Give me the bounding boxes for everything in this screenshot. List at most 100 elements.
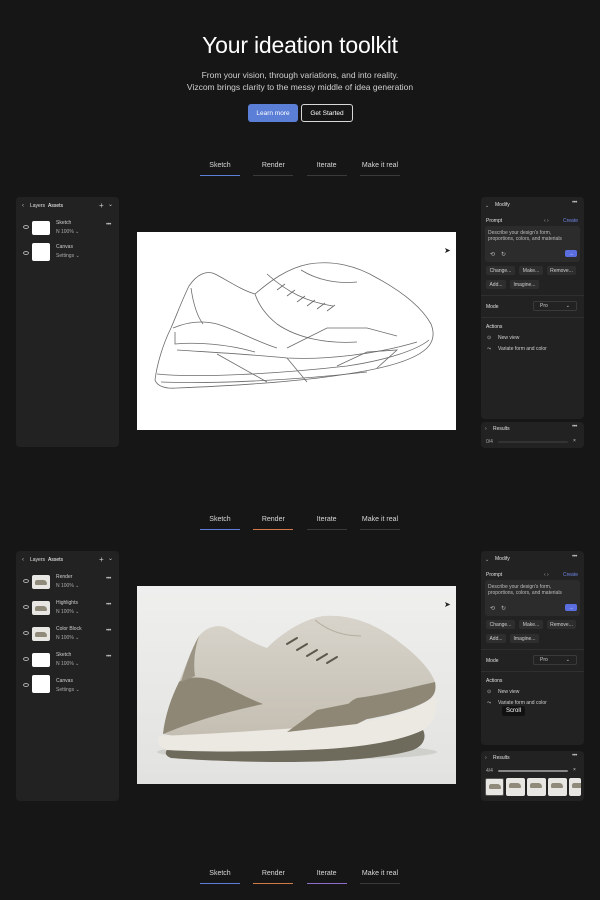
tab-render[interactable]: Render: [253, 868, 294, 884]
layer-meta[interactable]: Settings ⌄: [56, 687, 80, 693]
tab-label: Render: [261, 870, 285, 877]
result-thumbnail[interactable]: [569, 778, 581, 796]
prompt-history-nav[interactable]: ‹ ›: [544, 572, 549, 578]
result-thumbnail[interactable]: [485, 778, 504, 796]
more-icon[interactable]: •••: [106, 602, 111, 608]
tab-render[interactable]: Render: [253, 514, 294, 530]
send-button[interactable]: →: [565, 250, 577, 257]
chevron-down-icon[interactable]: ⌄: [485, 557, 489, 563]
layer-meta[interactable]: N 100% ⌄: [56, 609, 79, 615]
collapse-icon[interactable]: ‹: [22, 203, 24, 209]
layer-meta[interactable]: N 100% ⌄: [56, 583, 79, 589]
chevron-down-icon[interactable]: ⌄: [108, 201, 113, 208]
create-link[interactable]: Create: [563, 218, 578, 224]
sketch-canvas[interactable]: ➤: [137, 232, 456, 430]
feature-tabs: Sketch Render Iterate Make it real: [200, 868, 400, 884]
chip-remove[interactable]: Remove...: [547, 266, 576, 275]
chip-change[interactable]: Change...: [486, 266, 515, 275]
render-canvas[interactable]: ➤: [137, 586, 456, 784]
layer-row[interactable]: Highlights N 100% ⌄ •••: [16, 599, 119, 619]
mode-select[interactable]: Pro ⌄: [533, 655, 577, 665]
chip-add[interactable]: Add...: [486, 280, 506, 289]
layer-row[interactable]: Canvas Settings ⌄: [16, 243, 119, 263]
chevron-right-icon[interactable]: ›: [485, 755, 487, 761]
close-icon[interactable]: ×: [573, 438, 576, 444]
tab-sketch[interactable]: Sketch: [200, 868, 240, 884]
tab-sketch[interactable]: Sketch: [200, 160, 240, 176]
layer-meta[interactable]: Settings ⌄: [56, 253, 80, 259]
tab-layers[interactable]: Layers: [30, 203, 45, 209]
add-layer-icon[interactable]: +: [99, 555, 104, 564]
more-icon[interactable]: •••: [106, 576, 111, 582]
more-icon[interactable]: •••: [572, 753, 577, 759]
tab-iterate[interactable]: Iterate: [306, 868, 347, 884]
layer-row[interactable]: Color Block N 100% ⌄ •••: [16, 625, 119, 645]
tab-iterate[interactable]: Iterate: [306, 514, 347, 530]
eye-icon[interactable]: [23, 683, 29, 687]
more-icon[interactable]: •••: [572, 200, 577, 206]
image-icon[interactable]: ⟲: [490, 605, 495, 612]
layer-row[interactable]: Sketch N 100% ⌄ •••: [16, 651, 119, 671]
layer-row[interactable]: Canvas Settings ⌄: [16, 675, 119, 695]
eye-icon[interactable]: [23, 579, 29, 583]
eye-icon[interactable]: [23, 657, 29, 661]
tab-assets[interactable]: Assets: [48, 203, 63, 209]
collapse-icon[interactable]: ‹: [22, 557, 24, 563]
prompt-input[interactable]: Describe your design's form, proportions…: [485, 226, 580, 262]
prompt-history-nav[interactable]: ‹ ›: [544, 218, 549, 224]
chevron-right-icon[interactable]: ›: [485, 426, 487, 432]
chevron-down-icon[interactable]: ⌄: [108, 555, 113, 562]
chevron-down-icon[interactable]: ⌄: [485, 203, 489, 209]
eye-icon[interactable]: [23, 605, 29, 609]
tab-label: Make it real: [361, 162, 399, 169]
eye-icon[interactable]: [23, 251, 29, 255]
send-button[interactable]: →: [565, 604, 577, 611]
chip-remove[interactable]: Remove...: [547, 620, 576, 629]
action-variate[interactable]: Variate form and color: [498, 346, 547, 352]
learn-more-button[interactable]: Learn more: [248, 104, 298, 122]
refresh-icon[interactable]: ↻: [501, 251, 506, 258]
add-layer-icon[interactable]: +: [99, 201, 104, 210]
tab-assets[interactable]: Assets: [48, 557, 63, 563]
tab-make-it-real[interactable]: Make it real: [359, 868, 400, 884]
create-link[interactable]: Create: [563, 572, 578, 578]
image-icon[interactable]: ⟲: [490, 251, 495, 258]
prompt-input[interactable]: Describe your design's form, proportions…: [485, 580, 580, 616]
tab-layers[interactable]: Layers: [30, 557, 45, 563]
get-started-button[interactable]: Get Started: [301, 104, 353, 122]
tab-render[interactable]: Render: [253, 160, 294, 176]
more-icon[interactable]: •••: [106, 222, 111, 228]
tab-make-it-real[interactable]: Make it real: [359, 160, 400, 176]
layer-row[interactable]: Sketch N 100% ⌄ •••: [16, 219, 119, 239]
more-icon[interactable]: •••: [106, 628, 111, 634]
more-icon[interactable]: •••: [572, 424, 577, 430]
chip-imagine[interactable]: Imagine...: [510, 634, 539, 643]
layer-meta[interactable]: N 100% ⌄: [56, 661, 79, 667]
tab-sketch[interactable]: Sketch: [200, 514, 240, 530]
tab-make-it-real[interactable]: Make it real: [359, 514, 400, 530]
tab-iterate[interactable]: Iterate: [306, 160, 347, 176]
tab-label: Sketch: [209, 162, 231, 169]
chip-imagine[interactable]: Imagine...: [510, 280, 539, 289]
chip-make[interactable]: Make...: [519, 620, 543, 629]
page-title: Your ideation toolkit: [202, 32, 398, 58]
mode-select[interactable]: Pro ⌄: [533, 301, 577, 311]
action-new-view[interactable]: New view: [498, 335, 519, 341]
eye-icon[interactable]: [23, 631, 29, 635]
panel-title: Results: [493, 755, 510, 761]
refresh-icon[interactable]: ↻: [501, 605, 506, 612]
more-icon[interactable]: •••: [572, 554, 577, 560]
layer-row[interactable]: Render N 100% ⌄ •••: [16, 573, 119, 593]
eye-icon[interactable]: [23, 225, 29, 229]
more-icon[interactable]: •••: [106, 654, 111, 660]
layer-meta[interactable]: N 100% ⌄: [56, 229, 79, 235]
result-thumbnail[interactable]: [527, 778, 546, 796]
action-new-view[interactable]: New view: [498, 689, 519, 695]
chip-add[interactable]: Add...: [486, 634, 506, 643]
chip-make[interactable]: Make...: [519, 266, 543, 275]
chip-change[interactable]: Change...: [486, 620, 515, 629]
close-icon[interactable]: ×: [573, 767, 576, 773]
layer-meta[interactable]: N 100% ⌄: [56, 635, 79, 641]
result-thumbnail[interactable]: [548, 778, 567, 796]
result-thumbnail[interactable]: [506, 778, 525, 796]
